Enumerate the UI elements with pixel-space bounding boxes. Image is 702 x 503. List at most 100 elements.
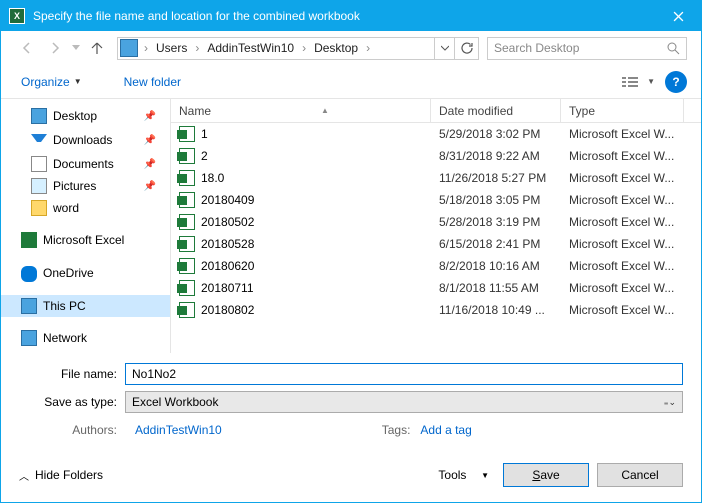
excel-file-icon <box>179 170 195 186</box>
file-type: Microsoft Excel W... <box>561 193 701 207</box>
excel-file-icon <box>179 280 195 296</box>
bottom-bar: ︿Hide Folders Tools ▼ Save Cancel <box>1 445 701 501</box>
onedrive-icon <box>21 266 37 282</box>
savetype-select[interactable]: Excel Workbook₌⌄ <box>125 391 683 413</box>
view-mode-button[interactable] <box>617 71 645 93</box>
filename-input[interactable] <box>125 363 683 385</box>
tags-value[interactable]: Add a tag <box>420 423 471 437</box>
file-row[interactable]: 15/29/2018 3:02 PMMicrosoft Excel W... <box>171 123 701 145</box>
tree-item-desktop[interactable]: Desktop📌 <box>1 105 170 127</box>
excel-file-icon <box>179 126 195 142</box>
file-rows[interactable]: 15/29/2018 3:02 PMMicrosoft Excel W...28… <box>171 123 701 353</box>
file-list-area: Name▲ Date modified Type 1 5/29/2018 3:02… <box>171 99 701 353</box>
file-row[interactable]: 20180620 8/2/2018 10:16 AMMicrosoft Excel… <box>171 255 701 277</box>
view-options: ▼ <box>617 71 655 93</box>
pc-icon <box>21 298 37 314</box>
excel-app-icon: X <box>9 8 25 24</box>
file-name: 20180802 <box>201 303 254 317</box>
file-row[interactable]: 201807118/1/2018 11:55 AMMicrosoft Excel… <box>171 277 701 299</box>
crumb-user[interactable]: AddinTestWin10 <box>203 41 298 55</box>
pin-icon: 📌 <box>144 181 156 192</box>
tags-label: Tags: <box>382 423 411 437</box>
tree-item-downloads[interactable]: Downloads📌 <box>1 127 170 153</box>
main-area: Desktop📌 Downloads📌 Documents📌 Pictures📌… <box>1 99 701 353</box>
file-date: 8/2/2018 10:16 AM <box>431 259 561 273</box>
chevron-down-icon: ₌⌄ <box>664 397 676 408</box>
tree-item-onedrive[interactable]: OneDrive <box>1 261 170 285</box>
breadcrumb[interactable]: › Users › AddinTestWin10 › Desktop › <box>117 37 435 60</box>
pin-icon: 📌 <box>144 159 156 170</box>
hide-folders-toggle[interactable]: ︿Hide Folders <box>19 468 103 483</box>
form-area: File name: Save as type: Excel Workbook₌… <box>1 353 701 445</box>
network-icon <box>21 330 37 346</box>
crumb-desktop[interactable]: Desktop <box>310 41 362 55</box>
refresh-button[interactable] <box>455 37 479 60</box>
titlebar: X Specify the file name and location for… <box>1 1 701 31</box>
chevron-down-icon[interactable]: ▼ <box>647 77 655 86</box>
pictures-icon <box>31 178 47 194</box>
history-dropdown[interactable] <box>71 36 81 60</box>
file-row[interactable]: 18.011/26/2018 5:27 PMMicrosoft Excel W.… <box>171 167 701 189</box>
downloads-icon <box>31 134 47 150</box>
meta-row: Authors: AddinTestWin10 Tags: Add a tag <box>19 419 683 437</box>
chevron-right-icon: › <box>142 41 150 55</box>
file-date: 11/16/2018 10:49 ... <box>431 303 561 317</box>
file-date: 5/28/2018 3:19 PM <box>431 215 561 229</box>
up-button[interactable] <box>85 36 109 60</box>
new-folder-button[interactable]: New folder <box>118 71 187 93</box>
file-type: Microsoft Excel W... <box>561 215 701 229</box>
save-button[interactable]: Save <box>503 463 589 487</box>
column-name[interactable]: Name▲ <box>171 99 431 122</box>
back-button[interactable] <box>15 36 39 60</box>
filename-row: File name: <box>19 363 683 385</box>
address-dropdown[interactable] <box>435 37 455 60</box>
tree-item-thispc[interactable]: This PC <box>1 295 170 317</box>
file-date: 6/15/2018 2:41 PM <box>431 237 561 251</box>
crumb-users[interactable]: Users <box>152 41 191 55</box>
file-name: 2 <box>201 149 208 163</box>
excel-file-icon <box>179 236 195 252</box>
chevron-right-icon: › <box>193 41 201 55</box>
file-row[interactable]: 201805025/28/2018 3:19 PMMicrosoft Excel… <box>171 211 701 233</box>
file-row[interactable]: 201805286/15/2018 2:41 PMMicrosoft Excel… <box>171 233 701 255</box>
file-name: 18.0 <box>201 171 224 185</box>
chevron-up-icon: ︿ <box>19 468 29 483</box>
column-date[interactable]: Date modified <box>431 99 561 122</box>
tree-item-word[interactable]: word <box>1 197 170 219</box>
window-title: Specify the file name and location for t… <box>33 9 656 23</box>
tree-item-network[interactable]: Network <box>1 327 170 349</box>
file-name: 1 <box>201 127 208 141</box>
address-box: › Users › AddinTestWin10 › Desktop › Sea… <box>117 37 687 60</box>
drive-icon <box>120 39 138 57</box>
tree-item-excel[interactable]: Microsoft Excel <box>1 229 170 251</box>
tools-menu[interactable]: Tools ▼ <box>432 464 495 486</box>
excel-file-icon <box>179 258 195 274</box>
column-type[interactable]: Type <box>561 99 684 122</box>
file-date: 5/29/2018 3:02 PM <box>431 127 561 141</box>
toolbar: Organize▼ New folder ▼ ? <box>1 65 701 99</box>
tree-item-documents[interactable]: Documents📌 <box>1 153 170 175</box>
forward-button[interactable] <box>43 36 67 60</box>
cancel-button[interactable]: Cancel <box>597 463 683 487</box>
organize-menu[interactable]: Organize▼ <box>15 71 88 93</box>
chevron-right-icon: › <box>364 41 372 55</box>
file-type: Microsoft Excel W... <box>561 171 701 185</box>
tree-item-pictures[interactable]: Pictures📌 <box>1 175 170 197</box>
desktop-icon <box>31 108 47 124</box>
pin-icon: 📌 <box>144 111 156 122</box>
close-button[interactable] <box>656 1 701 31</box>
file-row[interactable]: 2018080211/16/2018 10:49 ...Microsoft Ex… <box>171 299 701 321</box>
search-input[interactable]: Search Desktop <box>487 37 687 60</box>
help-button[interactable]: ? <box>665 71 687 93</box>
savetype-row: Save as type: Excel Workbook₌⌄ <box>19 391 683 413</box>
file-name: 20180620 <box>201 259 254 273</box>
authors-value[interactable]: AddinTestWin10 <box>135 423 222 437</box>
authors-label: Authors: <box>19 423 125 437</box>
excel-file-icon <box>179 148 195 164</box>
file-type: Microsoft Excel W... <box>561 259 701 273</box>
file-row[interactable]: 201804095/18/2018 3:05 PMMicrosoft Excel… <box>171 189 701 211</box>
file-type: Microsoft Excel W... <box>561 149 701 163</box>
file-row[interactable]: 28/31/2018 9:22 AMMicrosoft Excel W... <box>171 145 701 167</box>
excel-icon <box>21 232 37 248</box>
navigation-tree[interactable]: Desktop📌 Downloads📌 Documents📌 Pictures📌… <box>1 99 171 353</box>
